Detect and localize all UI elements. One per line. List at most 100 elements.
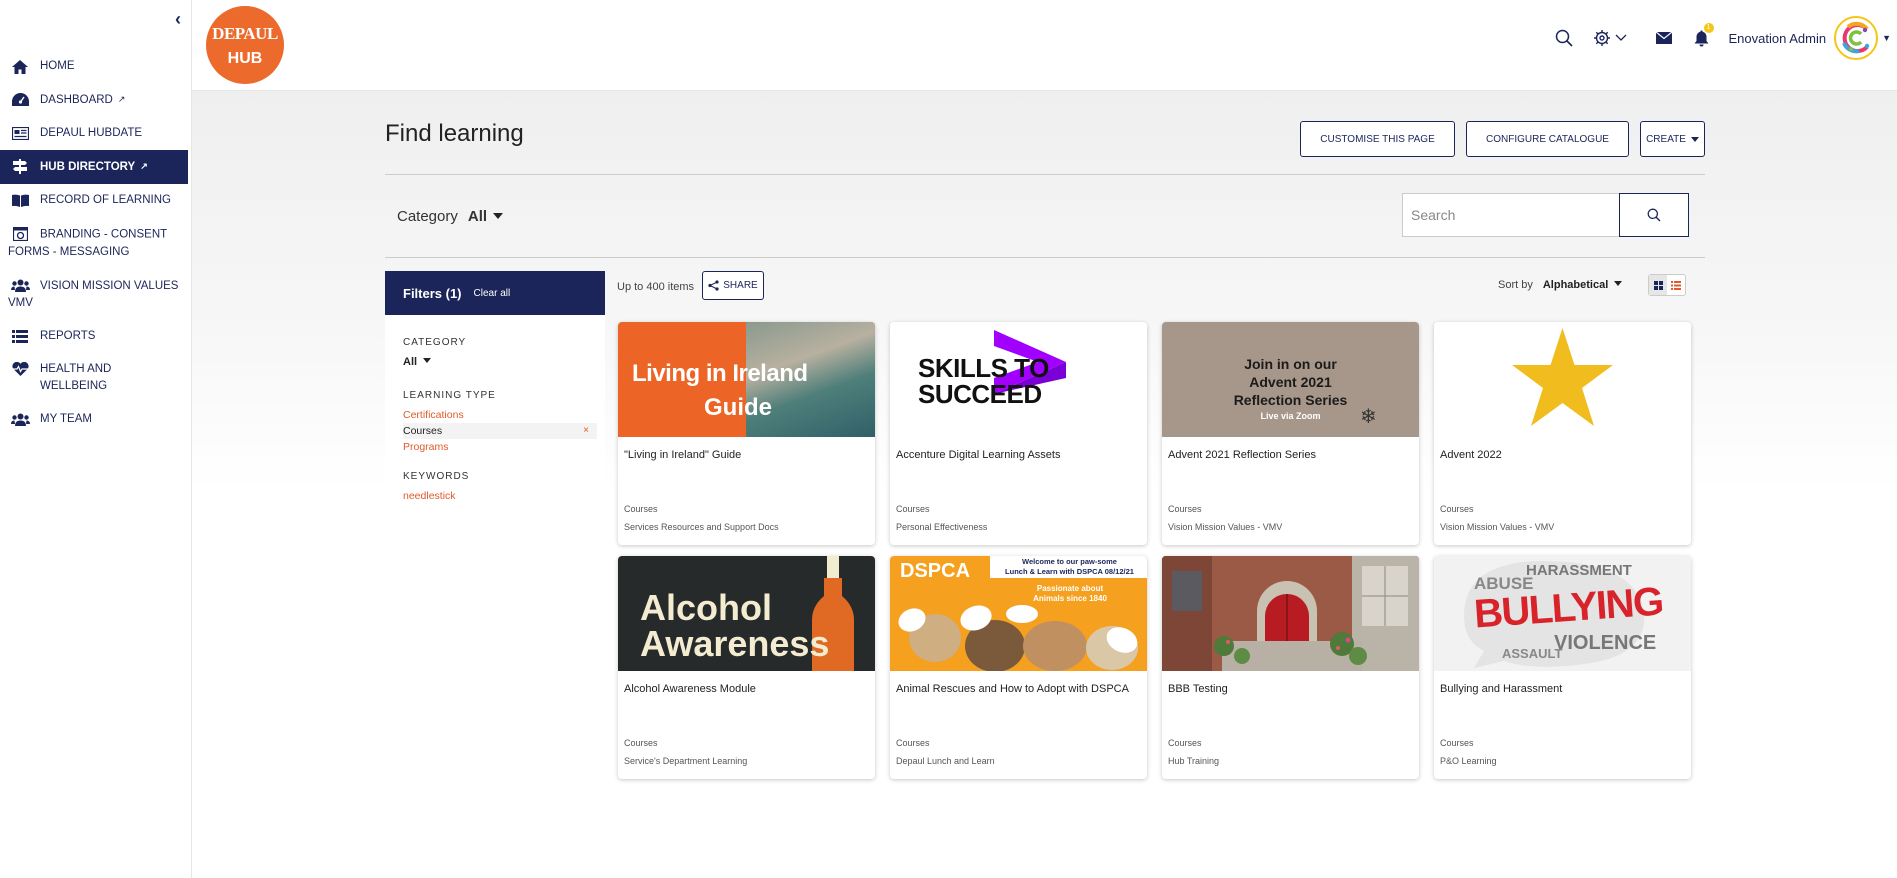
learning-type-heading: LEARNING TYPE [403, 390, 496, 401]
filter-option-certifications[interactable]: Certifications [403, 407, 587, 423]
clear-all-link[interactable]: Clear all [474, 288, 511, 299]
card-type: Courses [896, 738, 930, 748]
open-book-icon [10, 192, 30, 209]
sidebar-item-hub-directory[interactable]: HUB DIRECTORY ↗ [0, 150, 188, 184]
card-thumbnail: Living in Ireland Guide [618, 322, 875, 437]
sidebar-item-branding[interactable]: BRANDING - CONSENT FORMS - MESSAGING [0, 217, 188, 269]
card-thumbnail: Welcome to our paw-some Lunch & Learn wi… [890, 556, 1147, 671]
learning-card[interactable]: HARASSMENT ABUSE BULLYING VIOLENCE ASSAU… [1434, 556, 1691, 779]
filters-title: Filters (1) [403, 285, 462, 301]
sidebar-item-label: VISION MISSION VALUES VMV [8, 279, 179, 309]
user-menu-caret-icon[interactable]: ▼ [1882, 33, 1891, 43]
filters-body: CATEGORY All LEARNING TYPE Certification… [385, 315, 605, 525]
card-thumbnail: Alcohol Awareness [618, 556, 875, 671]
list-icon [10, 328, 30, 345]
users-icon [10, 277, 30, 294]
newspaper-icon [10, 125, 30, 142]
create-dropdown-button[interactable]: CREATE [1640, 121, 1705, 157]
category-value: All [467, 208, 488, 225]
caret-down-icon [493, 213, 504, 219]
collapse-sidebar-icon[interactable]: ‹ [170, 10, 186, 28]
list-view-icon[interactable] [1667, 275, 1685, 295]
search-button[interactable] [1619, 193, 1689, 237]
sort-control: Sort by Alphabetical [1498, 279, 1623, 291]
learning-card[interactable]: Advent 2022 Courses Vision Mission Value… [1434, 322, 1691, 545]
filters-header: Filters (1) Clear all [385, 271, 605, 315]
logo-text-hub: HUB [227, 50, 263, 67]
card-category: Depaul Lunch and Learn [896, 756, 995, 766]
sidebar-item-label: BRANDING - CONSENT FORMS - MESSAGING [8, 228, 167, 258]
sidebar-item-my-team[interactable]: MY TEAM [0, 403, 188, 436]
learning-card[interactable]: BBB Testing Courses Hub Training [1162, 556, 1419, 779]
card-type: Courses [896, 504, 930, 514]
chevron-down-icon [1615, 34, 1626, 41]
learning-card[interactable]: Living in Ireland Guide "Living in Irela… [618, 322, 875, 545]
divider [385, 174, 1705, 175]
filter-option-courses[interactable]: Courses × [403, 423, 597, 439]
notification-badge: 1 [1703, 23, 1714, 33]
camera-box-icon [10, 225, 30, 242]
brand-logo-icon [1842, 21, 1870, 54]
sidebar-item-depaul-hubdate[interactable]: DEPAUL HUBDATE [0, 117, 188, 150]
card-category: Hub Training [1168, 756, 1220, 766]
snowflake-icon: ❄ [1360, 406, 1377, 428]
customise-page-button[interactable]: CUSTOMISE THIS PAGE [1300, 121, 1455, 157]
sidebar-nav: HOME DASHBOARD ↗ DEPAUL HUBDATE HUB DIREC… [0, 50, 188, 436]
caret-down-icon [1690, 136, 1699, 142]
sidebar-item-health-wellbeing[interactable]: HEALTH AND WELLBEING [0, 353, 188, 403]
card-type: Courses [1440, 738, 1474, 748]
filter-option-programs[interactable]: Programs [403, 439, 587, 455]
sidebar-item-vision-mission-values[interactable]: VISION MISSION VALUES VMV [0, 269, 188, 320]
settings-menu[interactable] [1591, 27, 1629, 49]
learning-card[interactable]: Welcome to our paw-some Lunch & Learn wi… [890, 556, 1147, 779]
card-title: Animal Rescues and How to Adopt with DSP… [896, 683, 1129, 695]
page-title: Find learning [385, 120, 524, 147]
sidebar-item-record-of-learning[interactable]: RECORD OF LEARNING [0, 184, 188, 217]
sort-label: Sort by [1498, 279, 1533, 291]
card-category: Vision Mission Values - VMV [1168, 522, 1283, 532]
thumb-word1: HARASSMENT [1526, 562, 1632, 579]
remove-filter-icon[interactable]: × [583, 423, 589, 439]
learning-card[interactable]: SKILLS TO SUCCEED Accenture Digital Lear… [890, 322, 1147, 545]
learning-card[interactable]: Join in on our Advent 2021 Reflection Se… [1162, 322, 1419, 545]
learning-card[interactable]: Alcohol Awareness Alcohol Awareness Modu… [618, 556, 875, 779]
user-name[interactable]: Enovation Admin [1729, 31, 1827, 46]
keyword-filter[interactable]: needlestick [403, 488, 587, 504]
card-type: Courses [1168, 504, 1202, 514]
sidebar-item-label: HEALTH AND WELLBEING [40, 362, 112, 392]
external-link-icon: ↗ [117, 94, 126, 104]
thumb-line2: Advent 2021 [1249, 374, 1332, 390]
sidebar-item-reports[interactable]: REPORTS [0, 320, 188, 353]
configure-catalogue-button[interactable]: CONFIGURE CATALOGUE [1466, 121, 1629, 157]
logo-text-depaul: DEPAUL [212, 24, 278, 43]
category-dropdown[interactable]: All [467, 208, 504, 225]
share-button[interactable]: SHARE [702, 271, 764, 300]
category-heading: CATEGORY [403, 337, 467, 348]
card-title: Advent 2021 Reflection Series [1168, 449, 1316, 461]
card-type: Courses [624, 738, 658, 748]
grid-view-icon[interactable] [1649, 275, 1667, 295]
search-icon [1647, 208, 1661, 222]
search-icon[interactable] [1553, 27, 1575, 49]
thumb-subtitle: Awareness [640, 623, 830, 664]
card-category: Services Resources and Support Docs [624, 522, 779, 532]
avatar[interactable] [1834, 16, 1879, 60]
card-thumbnail: HARASSMENT ABUSE BULLYING VIOLENCE ASSAU… [1434, 556, 1691, 671]
sidebar-item-home[interactable]: HOME [0, 50, 188, 83]
thumb-title: Living in Ireland [632, 360, 808, 387]
depaul-hub-logo[interactable]: DEPAUL HUB [206, 6, 284, 84]
filter-category-dropdown[interactable]: All [403, 356, 587, 368]
thumb-line3: Reflection Series [1233, 392, 1348, 408]
sort-dropdown[interactable]: Alphabetical [1543, 279, 1623, 291]
category-filter: Category All [397, 208, 504, 225]
sidebar-item-dashboard[interactable]: DASHBOARD ↗ [0, 83, 188, 117]
notification-bell-icon[interactable]: 1 [1691, 23, 1714, 49]
share-label: SHARE [723, 280, 758, 291]
animals-illustration [898, 605, 1138, 671]
search-input[interactable] [1402, 193, 1620, 237]
card-title: Accenture Digital Learning Assets [896, 449, 1061, 461]
mail-icon[interactable] [1653, 27, 1675, 49]
card-thumbnail [1434, 322, 1691, 437]
main-area: Find learning CUSTOMISE THIS PAGE CONFIG… [192, 91, 1897, 878]
external-link-icon: ↗ [140, 161, 148, 171]
